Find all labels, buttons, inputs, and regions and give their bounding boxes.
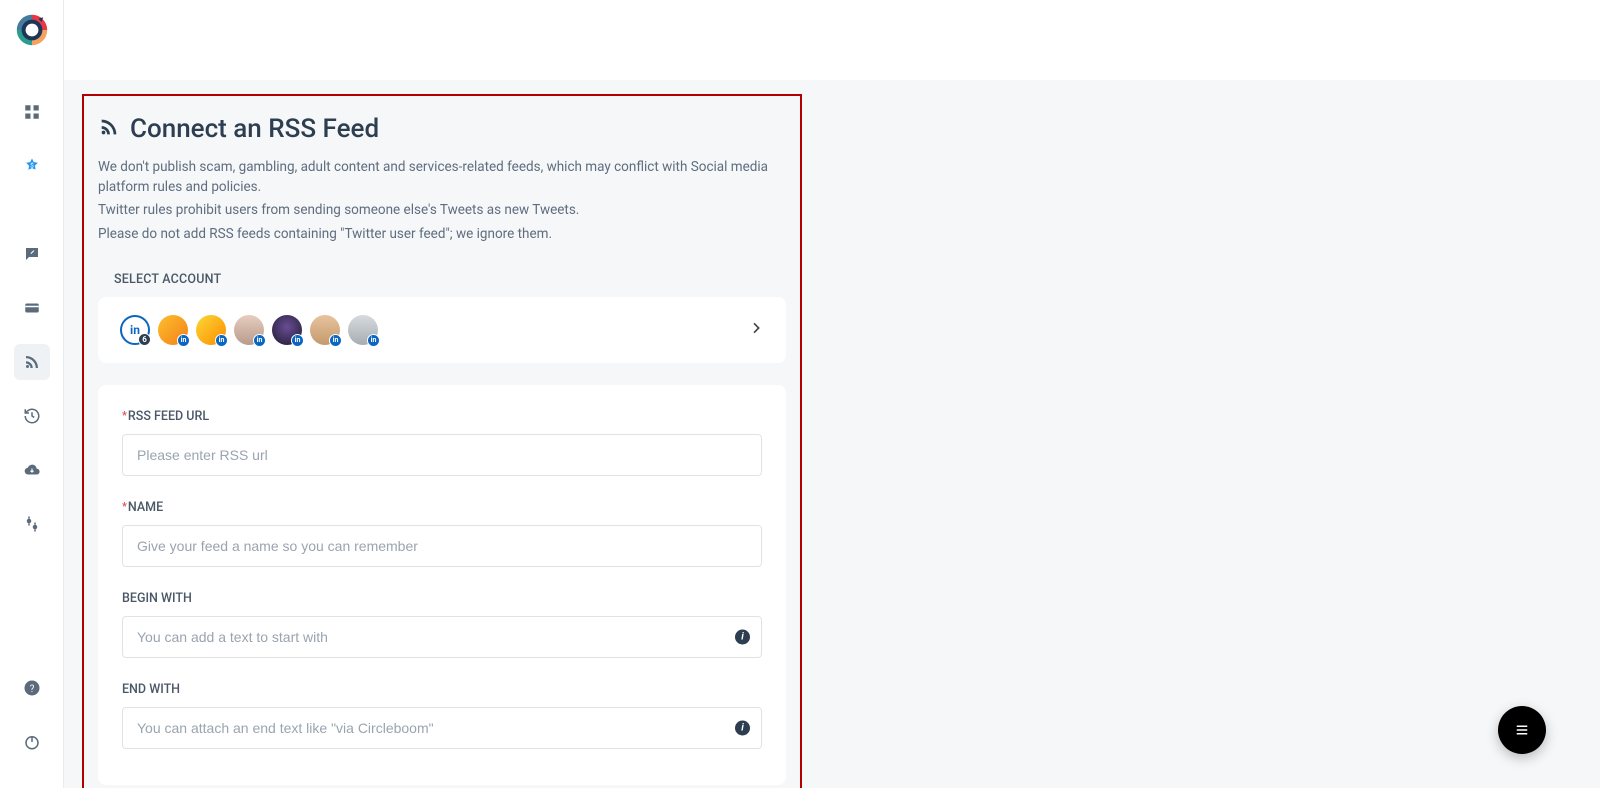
page-desc-3: Please do not add RSS feeds containing "… <box>84 221 800 245</box>
page-desc-1: We don't publish scam, gambling, adult c… <box>84 144 800 197</box>
name-input[interactable] <box>122 525 762 567</box>
nav-compose[interactable] <box>14 236 50 272</box>
account-item[interactable]: in <box>234 315 264 345</box>
name-label: NAME <box>122 500 762 515</box>
app-logo <box>16 14 48 46</box>
nav-queue[interactable] <box>14 290 50 326</box>
select-account-label: SELECT ACCOUNT <box>114 272 800 287</box>
page-title: Connect an RSS Feed <box>130 114 379 144</box>
rss-form-fields: RSS FEED URL NAME BEGIN WITH i <box>98 385 786 785</box>
account-item[interactable]: in <box>272 315 302 345</box>
floating-menu-button[interactable] <box>1498 706 1546 754</box>
account-item[interactable]: in <box>196 315 226 345</box>
page-desc-2: Twitter rules prohibit users from sendin… <box>84 197 800 221</box>
info-icon[interactable]: i <box>735 721 750 736</box>
nav-download[interactable] <box>14 452 50 488</box>
account-item-all[interactable]: in 6 <box>120 315 150 345</box>
sidebar: $ ? <box>0 0 64 788</box>
nav-rss[interactable] <box>14 344 50 380</box>
account-item[interactable]: in <box>158 315 188 345</box>
rss-icon <box>98 116 120 142</box>
chevron-right-icon[interactable] <box>748 320 764 340</box>
nav-dashboard[interactable] <box>14 94 50 130</box>
info-icon[interactable]: i <box>735 630 750 645</box>
svg-text:$: $ <box>30 162 34 170</box>
rss-url-label: RSS FEED URL <box>122 409 762 424</box>
main-content: Connect an RSS Feed We don't publish sca… <box>64 80 1600 788</box>
begin-with-label: BEGIN WITH <box>122 591 762 606</box>
rss-url-input[interactable] <box>122 434 762 476</box>
end-with-label: END WITH <box>122 682 762 697</box>
rss-form-card: Connect an RSS Feed We don't publish sca… <box>82 94 802 788</box>
account-count-badge: 6 <box>138 333 151 346</box>
account-item[interactable]: in <box>310 315 340 345</box>
account-selector[interactable]: in 6 in in in in in in <box>98 297 786 363</box>
end-with-input[interactable] <box>122 707 762 749</box>
nav-logout[interactable] <box>14 724 50 760</box>
nav-settings[interactable] <box>14 506 50 542</box>
nav-history[interactable] <box>14 398 50 434</box>
begin-with-input[interactable] <box>122 616 762 658</box>
nav-billing[interactable]: $ <box>14 148 50 184</box>
account-item[interactable]: in <box>348 315 378 345</box>
nav-help[interactable]: ? <box>14 670 50 706</box>
svg-text:?: ? <box>29 684 34 695</box>
